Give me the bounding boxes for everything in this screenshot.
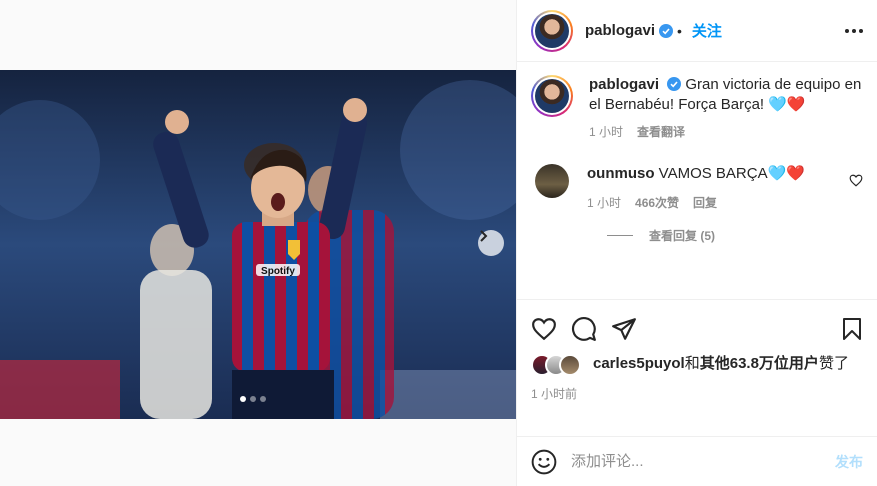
carousel-dot: [250, 396, 256, 402]
commenter-username[interactable]: ounmuso: [587, 165, 655, 182]
author-avatar[interactable]: [531, 9, 573, 52]
comment-button[interactable]: [571, 316, 597, 342]
more-options-icon[interactable]: [845, 28, 863, 33]
post-timestamp: 1 小时前: [531, 387, 578, 401]
comment-item: ounmuso VAMOS BARÇA🩵❤️ 1 小时 466次赞 回复: [531, 164, 863, 211]
like-button[interactable]: [531, 317, 557, 341]
heart-icon: [532, 318, 556, 341]
carousel-next-button[interactable]: [478, 230, 504, 256]
comments-section: pablogavi Gran victoria de equipo en el …: [517, 63, 877, 299]
liker-username[interactable]: carles5puyol: [593, 355, 685, 372]
media-area: Spotify: [0, 0, 516, 486]
carousel-indicator: [240, 396, 266, 402]
likes-connector: 和: [684, 355, 700, 372]
translate-button[interactable]: 查看翻译: [637, 123, 685, 140]
verified-badge-icon: [667, 77, 682, 91]
chevron-right-icon: [480, 230, 488, 242]
reply-button[interactable]: 回复: [693, 194, 717, 211]
likes-suffix: 赞了: [818, 355, 849, 372]
caption-row: pablogavi Gran victoria de equipo en el …: [531, 75, 863, 140]
follow-button[interactable]: 关注: [692, 20, 722, 41]
emoji-icon: [531, 449, 557, 474]
post-actions: carles5puyol和其他63.8万位用户赞了 1 小时前: [517, 299, 877, 402]
view-replies-label: 查看回复 (5): [649, 229, 716, 243]
bookmark-icon: [843, 318, 861, 340]
comment-heart-icon[interactable]: [849, 174, 863, 187]
comment-likes[interactable]: 466次赞: [635, 194, 679, 211]
post-panel: pablogavi • 关注 pablogavi Gran victoria d…: [516, 0, 877, 486]
comment-input[interactable]: [571, 453, 835, 470]
comment-composer: 发布: [517, 436, 877, 486]
post-comment-button[interactable]: 发布: [835, 452, 863, 472]
comment-body: VAMOS BARÇA🩵❤️: [658, 165, 805, 182]
author-username[interactable]: pablogavi: [585, 22, 655, 39]
liker-avatars: [531, 354, 591, 376]
commenter-avatar[interactable]: [535, 164, 569, 198]
comment-text: ounmuso VAMOS BARÇA🩵❤️: [587, 164, 849, 184]
caption-time: 1 小时: [589, 125, 624, 139]
comment-icon: [571, 317, 596, 341]
caption-username[interactable]: pablogavi: [589, 76, 659, 93]
post-photo[interactable]: Spotify: [0, 70, 516, 419]
post-header: pablogavi • 关注: [517, 0, 877, 62]
caption-text: pablogavi Gran victoria de equipo en el …: [589, 75, 863, 115]
save-button[interactable]: [841, 317, 863, 341]
carousel-dot: [240, 396, 246, 402]
likes-summary: carles5puyol和其他63.8万位用户赞了: [531, 354, 863, 376]
likes-text: carles5puyol和其他63.8万位用户赞了: [593, 354, 849, 374]
share-icon: [612, 318, 636, 340]
view-replies-button[interactable]: 查看回复 (5): [607, 227, 863, 244]
jersey-sponsor: Spotify: [261, 266, 295, 277]
header-separator: •: [677, 22, 682, 39]
likes-others[interactable]: 其他63.8万位用户: [700, 355, 819, 372]
share-button[interactable]: [611, 317, 637, 341]
carousel-dot: [260, 396, 266, 402]
liker-avatar: [559, 354, 581, 376]
emoji-button[interactable]: [531, 449, 557, 475]
photo-illustration: Spotify: [0, 70, 516, 419]
verified-badge-icon: [659, 23, 674, 38]
comment-time: 1 小时: [587, 196, 622, 210]
caption-avatar[interactable]: [531, 75, 573, 117]
